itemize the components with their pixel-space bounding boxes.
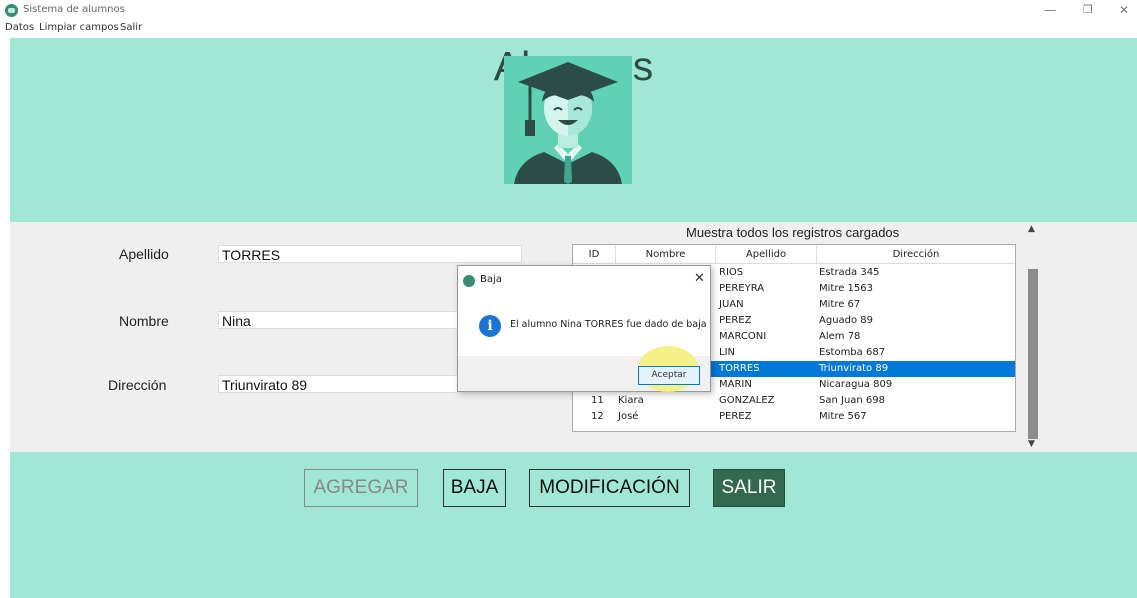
- cell-direccion: Mitre 67: [819, 299, 861, 310]
- cell-direccion: Nicaragua 809: [819, 379, 893, 390]
- graduate-student-icon: [504, 56, 632, 184]
- cell-direccion: San Juan 698: [819, 395, 886, 406]
- cell-direccion: Estrada 345: [819, 267, 880, 278]
- menu-salir[interactable]: Salir: [120, 22, 142, 33]
- modificacion-button[interactable]: MODIFICACIÓN: [529, 469, 690, 507]
- cell-direccion: Mitre 1563: [819, 283, 873, 294]
- cell-apellido: JUAN: [719, 299, 744, 310]
- direccion-label: Dirección: [108, 377, 167, 393]
- cell-id: 12: [591, 411, 604, 422]
- column-header-id[interactable]: ID: [573, 245, 616, 264]
- dialog-app-icon: [463, 275, 475, 287]
- close-icon[interactable]: ✕: [694, 271, 705, 286]
- cell-apellido: PEREYRA: [719, 283, 765, 294]
- minimize-icon[interactable]: —: [1044, 3, 1056, 17]
- aceptar-button[interactable]: Aceptar: [638, 366, 700, 385]
- menu-datos[interactable]: Datos: [5, 22, 34, 33]
- cell-id: 11: [591, 395, 604, 406]
- cell-apellido: LIN: [719, 347, 736, 358]
- table-row[interactable]: 12 José PEREZ Mitre 567: [573, 409, 1015, 425]
- cell-direccion: Triunvirato 89: [819, 363, 889, 374]
- restore-icon[interactable]: ❐: [1083, 3, 1093, 16]
- cell-apellido: MARIN: [719, 379, 752, 390]
- column-header-nombre[interactable]: Nombre: [616, 245, 716, 264]
- cell-nombre: Kiara: [618, 395, 644, 406]
- scrollbar-thumb[interactable]: [1028, 269, 1038, 439]
- cell-apellido: RIOS: [719, 267, 744, 278]
- apellido-label: Apellido: [119, 246, 169, 262]
- cell-direccion: Alem 78: [819, 331, 861, 342]
- vertical-scrollbar[interactable]: ▲ ▼: [1025, 224, 1041, 452]
- nombre-field[interactable]: Nina: [218, 311, 458, 329]
- dialog-message: El alumno Nina TORRES fue dado de baja: [510, 319, 707, 330]
- info-icon: i: [479, 315, 501, 337]
- apellido-field[interactable]: TORRES: [218, 245, 522, 263]
- window-title: Sistema de alumnos: [23, 4, 125, 15]
- menu-limpiar-campos[interactable]: Limpiar campos: [39, 22, 119, 33]
- window-titlebar: Sistema de alumnos — ❐ ✕: [0, 0, 1137, 22]
- nombre-label: Nombre: [119, 313, 169, 329]
- column-header-apellido[interactable]: Apellido: [716, 245, 817, 264]
- column-header-direccion[interactable]: Dirección: [817, 245, 1015, 264]
- baja-dialog: Baja ✕ i El alumno Nina TORRES fue dado …: [457, 265, 711, 392]
- scroll-down-icon[interactable]: ▼: [1028, 439, 1035, 449]
- cell-apellido: GONZALEZ: [719, 395, 775, 406]
- cell-apellido: TORRES: [719, 363, 760, 374]
- scroll-up-icon[interactable]: ▲: [1028, 224, 1035, 234]
- close-icon[interactable]: ✕: [1119, 3, 1129, 17]
- cell-apellido: PEREZ: [719, 315, 752, 326]
- app-icon: [5, 4, 18, 17]
- cell-direccion: Aguado 89: [819, 315, 874, 326]
- table-row[interactable]: 11 Kiara GONZALEZ San Juan 698: [573, 393, 1015, 409]
- dialog-title: Baja: [480, 274, 502, 285]
- cell-apellido: PEREZ: [719, 411, 752, 422]
- agregar-button[interactable]: AGREGAR: [304, 469, 418, 507]
- cell-apellido: MARCONI: [719, 331, 767, 342]
- cell-nombre: José: [618, 411, 639, 422]
- menu-bar: Datos Limpiar campos Salir: [0, 21, 1137, 38]
- list-caption: Muestra todos los registros cargados: [686, 225, 900, 240]
- salir-button[interactable]: SALIR: [713, 469, 785, 507]
- baja-button[interactable]: BAJA: [443, 469, 506, 507]
- cell-direccion: Estomba 687: [819, 347, 886, 358]
- cell-direccion: Mitre 567: [819, 411, 867, 422]
- direccion-field[interactable]: Triunvirato 89: [218, 375, 458, 393]
